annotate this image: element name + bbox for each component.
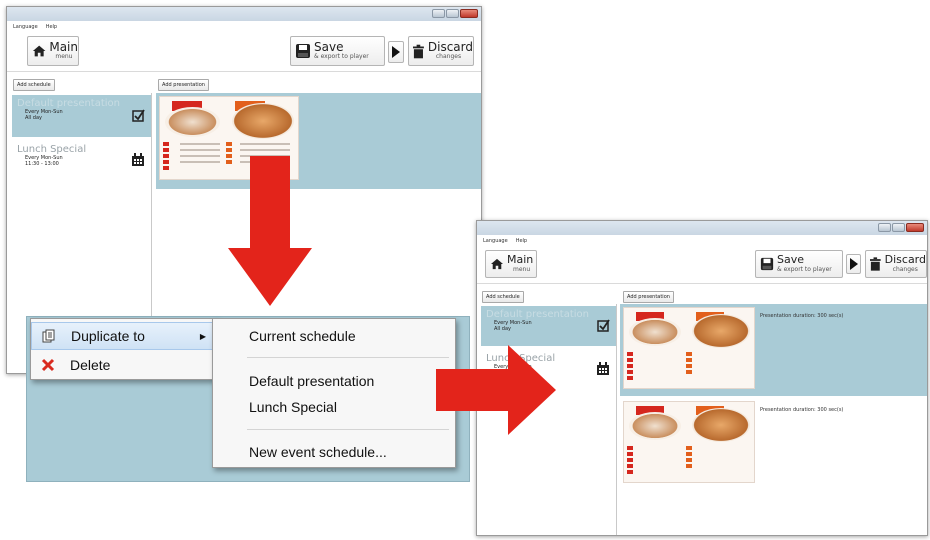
schedule-name: Default presentation [17,98,121,109]
presentation-row[interactable]: Presentation duration: 300 sec(s) [620,398,927,490]
trash-icon [870,257,881,271]
menu-item-label: Duplicate to [71,328,145,344]
minimize-button[interactable] [878,223,891,232]
save-sublabel: & export to player [314,53,369,60]
discard-label: Discard [427,40,473,54]
discard-sublabel: changes [435,53,462,60]
submenu-item-label: Default presentation [249,373,375,389]
submenu-item-label: Current schedule [249,328,356,344]
schedule-item-lunch[interactable]: Lunch Special Every Mon-Sun 11:30 - 13:0… [12,141,151,177]
schedule-item-default[interactable]: Default presentation Every Mon-Sun All d… [481,306,616,346]
menu-language[interactable]: Language [483,238,508,246]
presentation-thumbnail[interactable] [623,401,755,483]
submenu-item-label: New event schedule... [249,444,387,460]
discard-button[interactable]: Discard changes [408,36,474,66]
add-schedule-button[interactable]: Add schedule [13,79,55,91]
schedule-name: Lunch Special [17,144,87,155]
menu-bar: Language Help [477,235,927,246]
discard-sublabel: changes [892,266,918,273]
main-sublabel: menu [55,53,73,60]
minimize-button[interactable] [432,9,445,18]
delete-icon [41,358,55,372]
schedule-time: All day [494,326,511,332]
play-icon [392,46,400,58]
schedule-time: All day [25,115,42,121]
title-bar [7,7,481,21]
main-menu-button[interactable]: Main menu [27,36,79,66]
menu-separator [247,429,449,430]
save-icon [760,257,774,271]
menu-language[interactable]: Language [13,24,38,32]
schedule-time: 11:30 - 13:00 [25,161,59,167]
context-menu: Duplicate to ▶ Delete [30,318,218,380]
save-button[interactable]: Save & export to player [290,36,385,66]
discard-button[interactable]: Discard changes [865,250,927,278]
toolbar: Main menu Save & export to player Discar… [7,32,481,72]
toolbar: Main menu Save & export to player Discar… [477,246,927,284]
discard-label: Discard [884,253,926,266]
submenu-item-current-schedule[interactable]: Current schedule [213,325,455,347]
play-icon [849,258,858,270]
submenu: Current schedule Default presentation Lu… [212,318,456,468]
menu-item-delete[interactable]: Delete [31,352,217,378]
down-arrow-icon [228,156,312,306]
submenu-item-new-event-schedule[interactable]: New event schedule... [213,441,455,463]
checkbox-icon [597,319,610,332]
submenu-item-label: Lunch Special [249,399,337,415]
menu-help[interactable]: Help [46,24,57,32]
presentation-list: Presentation duration: 300 sec(s) Presen… [620,304,927,535]
save-label: Save [777,253,805,266]
menu-separator [247,357,449,358]
save-label: Save [314,40,344,54]
schedule-item-default[interactable]: Default presentation Every Mon-Sun All d… [12,95,151,137]
play-button[interactable] [388,41,404,63]
schedule-name: Default presentation [486,309,590,320]
main-label: Main [49,40,78,54]
add-schedule-button[interactable]: Add schedule [482,291,524,303]
add-presentation-button[interactable]: Add presentation [623,291,674,303]
menu-item-label: Delete [70,357,111,373]
main-label: Main [507,253,534,266]
close-button[interactable] [460,9,478,18]
title-bar [477,221,927,235]
menu-help[interactable]: Help [516,238,527,246]
add-presentation-button[interactable]: Add presentation [158,79,209,91]
right-arrow-icon [436,345,556,435]
menu-bar: Language Help [7,21,481,32]
calendar-icon [132,153,144,166]
play-button[interactable] [846,254,861,274]
maximize-button[interactable] [446,9,459,18]
submenu-item-default-presentation[interactable]: Default presentation [213,370,455,392]
close-button[interactable] [906,223,924,232]
calendar-icon [597,362,609,375]
main-menu-button[interactable]: Main menu [485,250,537,278]
trash-icon [413,44,424,58]
maximize-button[interactable] [892,223,905,232]
presentation-duration: Presentation duration: 300 sec(s) [760,407,844,413]
composite-screenshot: Language Help Main menu Save & export to… [0,0,930,540]
menu-item-duplicate[interactable]: Duplicate to ▶ [31,322,217,350]
copy-icon [42,329,55,343]
save-icon [296,44,310,58]
presentation-duration: Presentation duration: 300 sec(s) [760,313,844,319]
presentation-row[interactable]: Presentation duration: 300 sec(s) [620,304,927,396]
save-sublabel: & export to player [777,266,832,273]
submenu-arrow-icon: ▶ [199,331,206,341]
home-icon [32,45,46,57]
presentation-row[interactable] [156,93,481,189]
main-sublabel: menu [513,266,531,273]
submenu-item-lunch-special[interactable]: Lunch Special [213,396,455,418]
save-button[interactable]: Save & export to player [755,250,843,278]
presentation-thumbnail[interactable] [623,307,755,389]
home-icon [491,258,503,270]
checkbox-icon [132,109,145,122]
